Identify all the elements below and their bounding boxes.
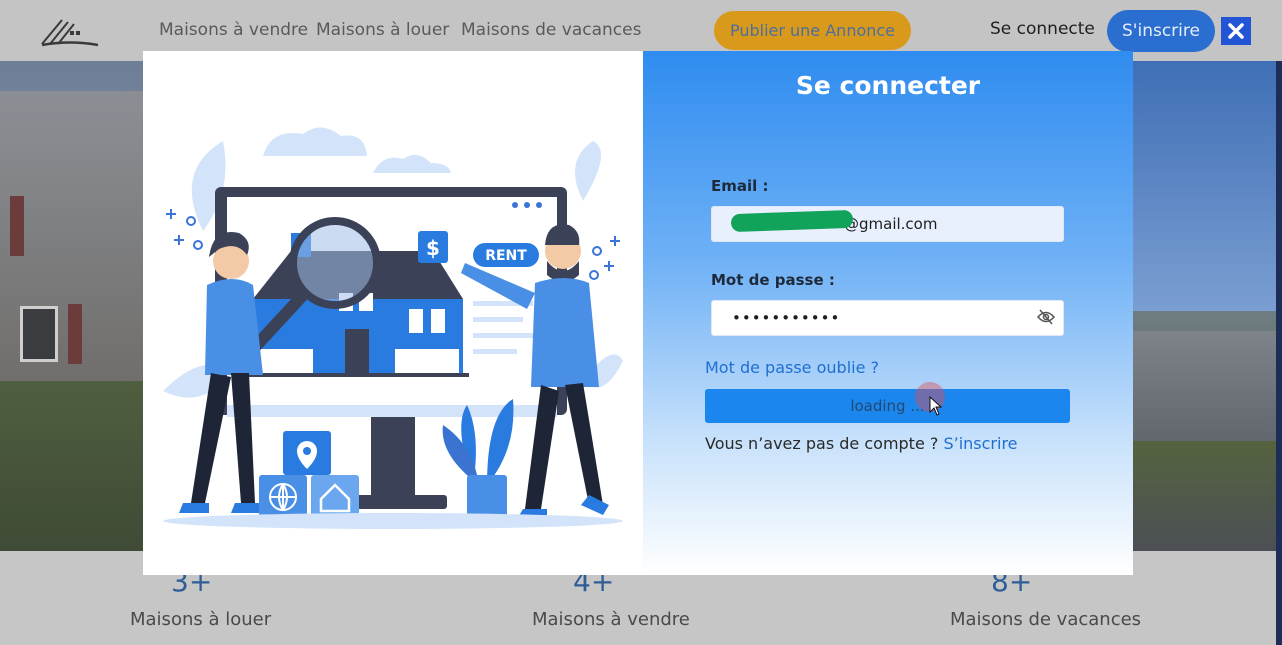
shutter xyxy=(68,304,82,364)
hero-sky xyxy=(1133,61,1282,311)
logo-icon[interactable] xyxy=(40,14,100,48)
login-link[interactable]: Se connecte xyxy=(990,19,1095,39)
page-scrollbar[interactable] xyxy=(1276,61,1282,645)
stat-label: Maisons à louer xyxy=(130,609,272,630)
signup-link[interactable]: S’inscrire xyxy=(943,434,1017,453)
password-field[interactable] xyxy=(711,300,1064,336)
login-submit-button[interactable]: loading ... xyxy=(705,389,1070,423)
close-icon xyxy=(1228,23,1244,39)
nav-link-louer[interactable]: Maisons à louer xyxy=(316,20,449,40)
rent-illustration: $ RENT xyxy=(163,127,623,529)
signup-button[interactable]: S'inscrire xyxy=(1107,10,1215,52)
nav-link-vendre[interactable]: Maisons à vendre xyxy=(159,20,308,40)
publish-listing-button[interactable]: Publier une Annonce xyxy=(714,11,911,50)
email-label: Email : xyxy=(711,177,769,195)
stat-label: Maisons de vacances xyxy=(950,609,1142,630)
login-modal: $ RENT Se connecter Email: @gmail.com M… xyxy=(143,51,1133,575)
hero-lawn-right xyxy=(1133,441,1282,551)
location-pin-icon xyxy=(283,431,331,475)
password-label: Mot de passe : xyxy=(711,271,835,289)
forgot-password-link[interactable]: Mot de passe oublie ? xyxy=(705,358,879,377)
dollar-icon: $ xyxy=(426,236,440,260)
rent-badge: RENT xyxy=(485,248,527,264)
eye-off-icon[interactable] xyxy=(1037,308,1055,326)
hero-house-left xyxy=(0,91,143,421)
no-account-label: Vous n’avez pas de compte ? xyxy=(705,434,939,453)
modal-illustration: $ RENT xyxy=(143,51,643,575)
home-icon xyxy=(311,475,359,519)
mouse-cursor-icon xyxy=(929,396,943,416)
globe-icon xyxy=(259,475,307,519)
house-window xyxy=(20,306,58,362)
hero-lawn-left xyxy=(0,381,143,551)
nav-link-vacances[interactable]: Maisons de vacances xyxy=(461,20,641,40)
modal-title: Se connecter xyxy=(795,71,981,100)
shutter xyxy=(10,196,24,256)
stat-label: Maisons à vendre xyxy=(532,609,690,630)
no-account-text: Vous n’avez pas de compte ? S’inscrire xyxy=(705,434,1018,453)
login-panel: Se connecter Email : Mot de passe : Mot … xyxy=(643,51,1133,575)
close-modal-button[interactable] xyxy=(1221,17,1251,45)
